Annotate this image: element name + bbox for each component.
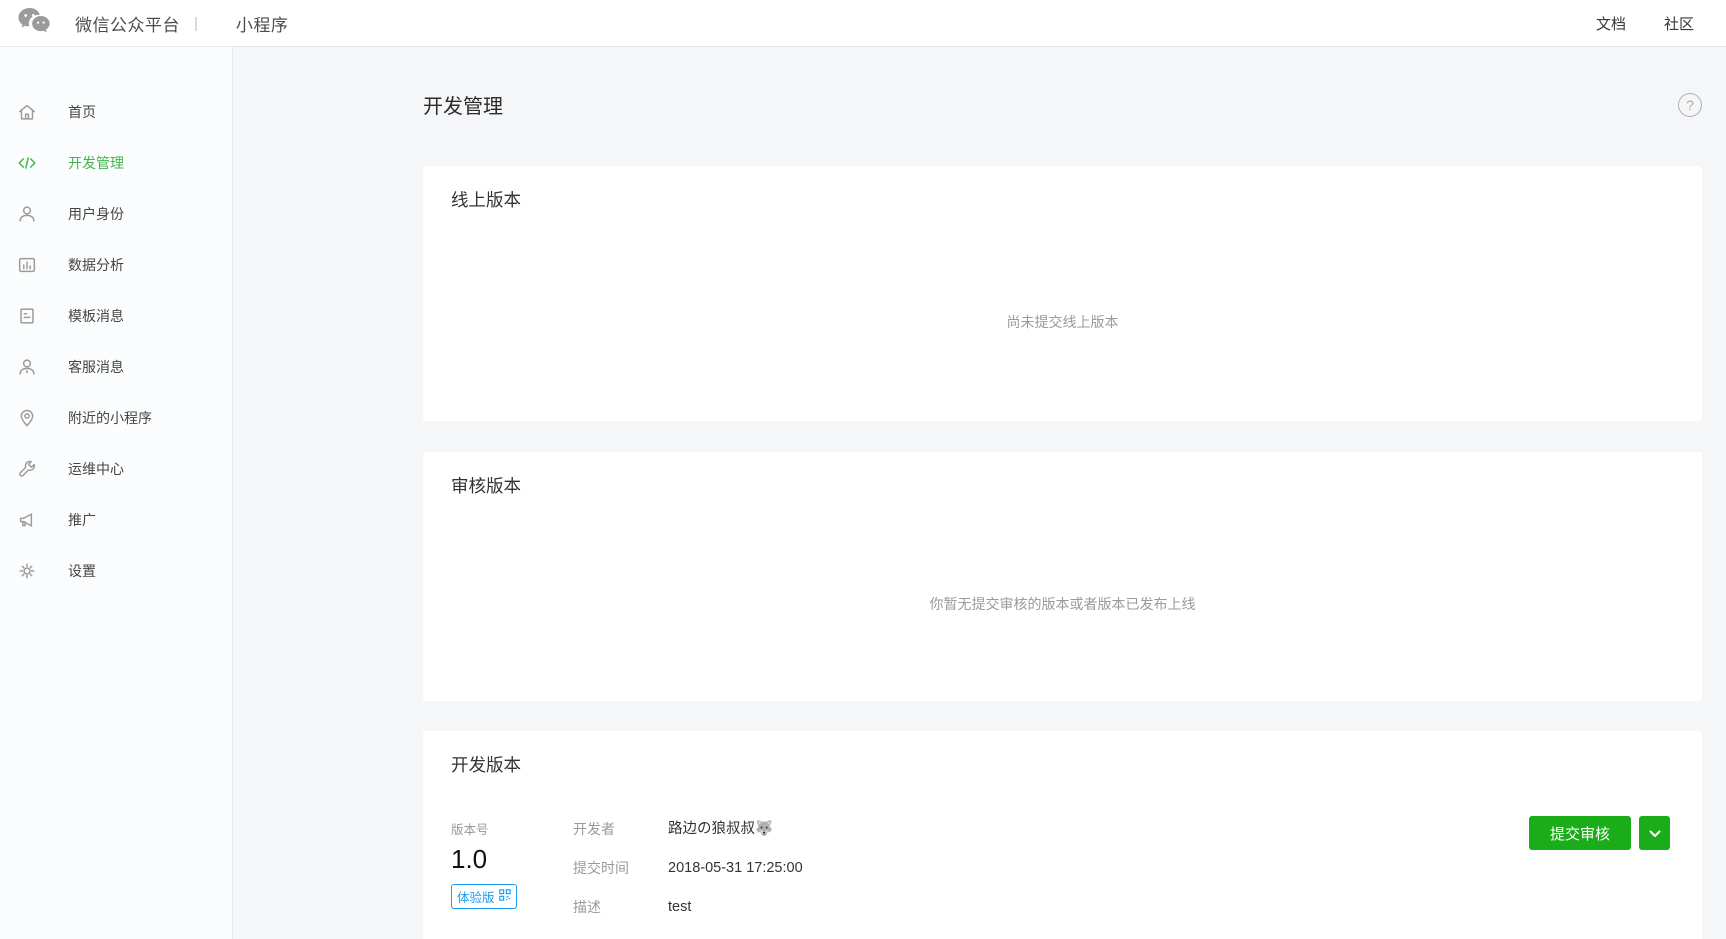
home-icon — [15, 100, 39, 124]
brand-name: 微信公众平台 — [75, 11, 180, 36]
submit-review-button[interactable]: 提交审核 — [1529, 816, 1631, 850]
online-version-empty-text: 尚未提交线上版本 — [423, 312, 1702, 332]
review-version-empty-text: 你暂无提交审核的版本或者版本已发布上线 — [423, 594, 1702, 614]
user-icon — [15, 202, 39, 226]
brand-separator: | — [194, 15, 198, 32]
top-nav: 文档 社区 — [1596, 13, 1694, 34]
template-message-icon — [15, 304, 39, 328]
sidebar-item-template-message[interactable]: 模板消息 — [0, 290, 232, 341]
service-message-icon — [15, 355, 39, 379]
developer-row: 开发者 路边の狼叔叔🐺 — [573, 819, 1674, 839]
sidebar-item-label: 附近的小程序 — [68, 408, 152, 428]
online-version-title: 线上版本 — [423, 166, 1702, 212]
code-icon — [15, 151, 39, 175]
wechat-mp-console: 微信公众平台 | 小程序 文档 社区 首页 开发管理 — [0, 0, 1726, 939]
submit-time-row: 提交时间 2018-05-31 17:25:00 — [573, 858, 1674, 878]
sidebar-item-ops-center[interactable]: 运维中心 — [0, 443, 232, 494]
sidebar-item-label: 数据分析 — [68, 255, 124, 275]
submit-dropdown-button[interactable] — [1639, 816, 1670, 850]
sidebar-item-home[interactable]: 首页 — [0, 86, 232, 137]
sidebar-item-service-message[interactable]: 客服消息 — [0, 341, 232, 392]
wechat-logo-icon — [17, 6, 51, 40]
sidebar-item-label: 客服消息 — [68, 357, 124, 377]
nav-docs-link[interactable]: 文档 — [1596, 13, 1626, 34]
sidebar-item-nearby-miniprogram[interactable]: 附近的小程序 — [0, 392, 232, 443]
dev-version-title: 开发版本 — [423, 731, 1702, 777]
sidebar-item-label: 用户身份 — [68, 204, 124, 224]
developer-label: 开发者 — [573, 819, 668, 839]
developer-value: 路边の狼叔叔🐺 — [668, 819, 773, 839]
description-row: 描述 test — [573, 897, 1674, 917]
sidebar-item-user-identity[interactable]: 用户身份 — [0, 188, 232, 239]
sidebar-item-label: 设置 — [68, 561, 96, 581]
chevron-down-icon — [1649, 826, 1661, 841]
submit-time-label: 提交时间 — [573, 858, 668, 878]
sidebar: 首页 开发管理 用户身份 数据分析 — [0, 46, 233, 939]
help-icon[interactable]: ? — [1678, 93, 1702, 117]
sidebar-item-dev-management[interactable]: 开发管理 — [0, 137, 232, 188]
sidebar-item-promotion[interactable]: 推广 — [0, 494, 232, 545]
qr-code-icon — [499, 889, 511, 904]
bar-chart-icon — [15, 253, 39, 277]
main-area: 开发管理 ? 线上版本 尚未提交线上版本 审核版本 你暂无提交审核的版本或者版本… — [233, 46, 1726, 939]
sidebar-item-label: 运维中心 — [68, 459, 124, 479]
nav-community-link[interactable]: 社区 — [1664, 13, 1694, 34]
brand-home-link[interactable]: 微信公众平台 | 小程序 — [17, 6, 288, 40]
description-label: 描述 — [573, 897, 668, 917]
submit-time-value: 2018-05-31 17:25:00 — [668, 858, 803, 878]
sidebar-item-data-analysis[interactable]: 数据分析 — [0, 239, 232, 290]
sidebar-item-label: 模板消息 — [68, 306, 124, 326]
review-version-title: 审核版本 — [423, 452, 1702, 498]
location-pin-icon — [15, 406, 39, 430]
sidebar-item-label: 推广 — [68, 510, 96, 530]
sidebar-item-label: 首页 — [68, 102, 96, 122]
online-version-card: 线上版本 尚未提交线上版本 — [423, 166, 1702, 421]
sidebar-item-label: 开发管理 — [68, 153, 124, 173]
megaphone-icon — [15, 508, 39, 532]
sidebar-item-settings[interactable]: 设置 — [0, 545, 232, 596]
version-number: 1.0 — [451, 844, 573, 875]
top-header: 微信公众平台 | 小程序 文档 社区 — [0, 0, 1726, 47]
trial-version-badge[interactable]: 体验版 — [451, 884, 517, 909]
gear-icon — [15, 559, 39, 583]
description-value: test — [668, 897, 691, 917]
review-version-card: 审核版本 你暂无提交审核的版本或者版本已发布上线 — [423, 452, 1702, 701]
trial-badge-label: 体验版 — [457, 887, 495, 906]
version-label: 版本号 — [451, 819, 573, 838]
dev-version-card: 开发版本 版本号 1.0 体验版 — [423, 731, 1702, 939]
wrench-icon — [15, 457, 39, 481]
page-title: 开发管理 — [423, 90, 503, 119]
product-name: 小程序 — [236, 11, 289, 36]
